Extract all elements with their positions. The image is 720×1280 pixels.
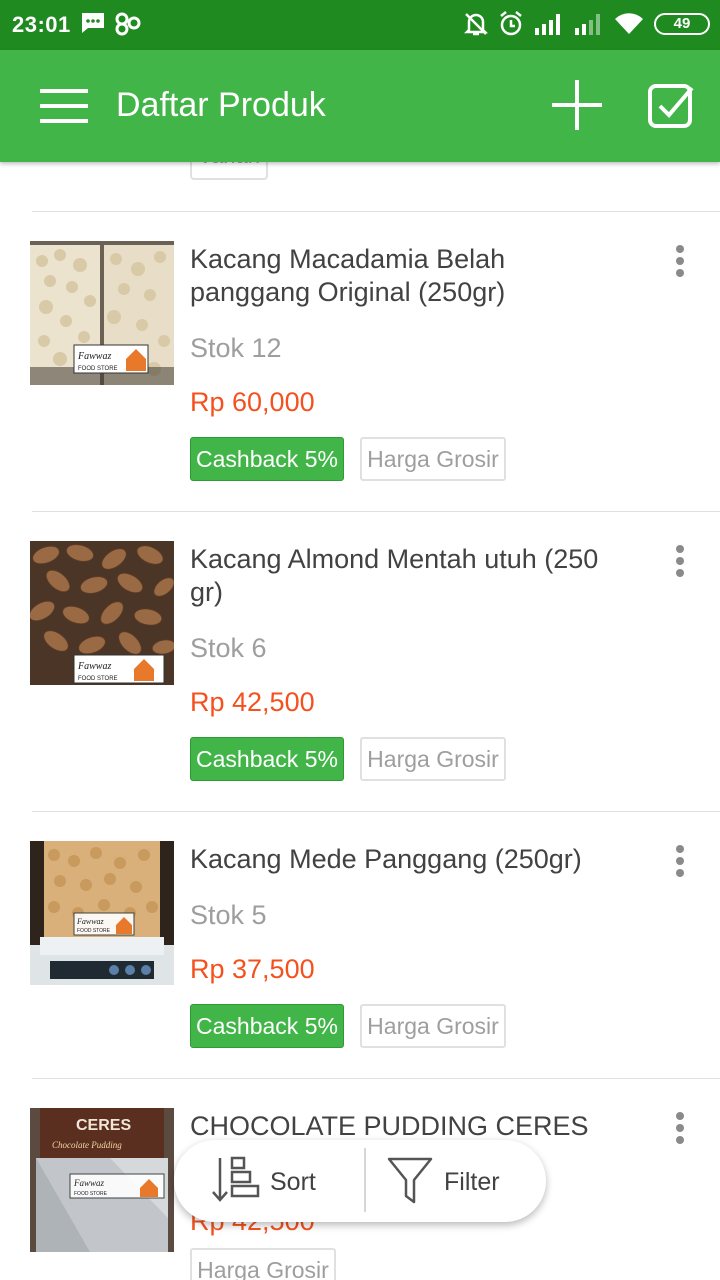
status-left-icons xyxy=(80,10,142,36)
mute-icon xyxy=(464,13,488,36)
product-list[interactable]: Varian Fawwaz FOOD STORE K xyxy=(0,162,720,1280)
product-image: Fawwaz FOOD STORE xyxy=(30,241,174,385)
svg-text:Fawwaz: Fawwaz xyxy=(77,661,111,672)
signal-icon xyxy=(575,14,600,35)
store-logo: Fawwaz FOOD STORE xyxy=(73,912,135,936)
alarm-icon xyxy=(500,11,522,36)
product-name: Kacang Almond Mentah utuh (250 gr) xyxy=(190,544,599,607)
wifi-icon xyxy=(615,13,643,35)
product-price: Rp 37,500 xyxy=(190,954,315,984)
product-item[interactable]: Fawwaz FOOD STORE Kacang Mede Panggang (… xyxy=(0,841,720,1078)
svg-text:FOOD STORE: FOOD STORE xyxy=(77,928,111,934)
menu-button[interactable] xyxy=(32,82,92,130)
svg-text:Fawwaz: Fawwaz xyxy=(76,917,105,926)
product-stock: Stok 6 xyxy=(190,633,267,663)
plus-icon xyxy=(552,80,602,130)
more-options-button[interactable] xyxy=(668,1112,692,1148)
signal-icon xyxy=(535,14,560,35)
app-bar: Daftar Produk xyxy=(0,50,720,162)
divider xyxy=(32,511,720,512)
more-vert-icon xyxy=(676,1112,684,1120)
product-item[interactable]: Fawwaz FOOD STORE Kacang Macadamia Belah… xyxy=(0,241,720,511)
svg-text:FOOD STORE: FOOD STORE xyxy=(74,1191,108,1197)
product-item[interactable]: Fawwaz FOOD STORE Kacang Almond Mentah u… xyxy=(0,541,720,811)
filter-label: Filter xyxy=(444,1168,500,1196)
status-bar: 23:01 49 xyxy=(0,0,720,50)
store-logo: Fawwaz FOOD STORE xyxy=(69,1173,165,1199)
store-logo: Fawwaz FOOD STORE xyxy=(73,344,149,374)
divider xyxy=(32,211,720,212)
product-image: Fawwaz FOOD STORE xyxy=(30,841,174,985)
product-image: Fawwaz FOOD STORE xyxy=(30,541,174,685)
more-vert-icon xyxy=(676,845,684,853)
package-brand: CERES xyxy=(76,1117,131,1134)
link-icon xyxy=(115,12,141,36)
more-vert-icon xyxy=(676,245,684,253)
menu-icon xyxy=(40,89,88,123)
package-subtitle: Chocolate Pudding xyxy=(52,1140,122,1150)
status-time: 23:01 xyxy=(12,12,71,37)
variant-tag: Varian xyxy=(190,162,268,180)
svg-text:FOOD STORE: FOOD STORE xyxy=(78,366,118,372)
svg-text:FOOD STORE: FOOD STORE xyxy=(78,676,118,682)
product-stock: Stok 12 xyxy=(190,333,282,363)
product-stock: Stok 5 xyxy=(190,900,267,930)
more-vert-icon xyxy=(676,545,684,553)
divider xyxy=(32,1078,720,1079)
more-options-button[interactable] xyxy=(668,545,692,581)
divider xyxy=(364,1148,366,1212)
cashback-badge: Cashback 5% xyxy=(190,737,344,781)
cashback-badge: Cashback 5% xyxy=(190,437,344,481)
add-product-button[interactable] xyxy=(548,76,606,134)
harga-grosir-badge: Harga Grosir xyxy=(360,737,506,781)
message-icon xyxy=(82,13,104,33)
checkbox-icon xyxy=(648,84,694,128)
battery-icon: 49 xyxy=(654,13,710,35)
cashback-badge: Cashback 5% xyxy=(190,1004,344,1048)
product-price: Rp 42,500 xyxy=(190,687,315,717)
store-logo: Fawwaz FOOD STORE xyxy=(73,654,165,684)
product-image: CERES Chocolate Pudding Fawwaz FOOD STOR… xyxy=(30,1108,174,1252)
svg-text:Fawwaz: Fawwaz xyxy=(77,351,111,362)
harga-grosir-badge: Harga Grosir xyxy=(360,1004,506,1048)
more-options-button[interactable] xyxy=(668,845,692,881)
sort-icon xyxy=(212,1156,260,1202)
product-name: Kacang Macadamia Belah panggang Original… xyxy=(190,244,506,307)
sort-button[interactable]: Sort xyxy=(204,1152,354,1210)
sort-filter-bar: Sort Filter xyxy=(174,1140,546,1222)
harga-grosir-badge: Harga Grosir xyxy=(190,1248,336,1280)
more-options-button[interactable] xyxy=(668,245,692,281)
product-name: Kacang Mede Panggang (250gr) xyxy=(190,844,582,874)
sort-label: Sort xyxy=(270,1168,316,1196)
page-title: Daftar Produk xyxy=(116,86,326,124)
svg-text:Fawwaz: Fawwaz xyxy=(73,1178,105,1188)
filter-icon xyxy=(387,1157,433,1204)
harga-grosir-badge: Harga Grosir xyxy=(360,437,506,481)
divider xyxy=(32,811,720,812)
status-right-icons: 49 xyxy=(464,10,710,38)
product-price: Rp 60,000 xyxy=(190,387,315,417)
select-products-button[interactable] xyxy=(646,80,698,132)
filter-button[interactable]: Filter xyxy=(386,1152,526,1210)
product-name: CHOCOLATE PUDDING CERES xyxy=(190,1111,589,1141)
